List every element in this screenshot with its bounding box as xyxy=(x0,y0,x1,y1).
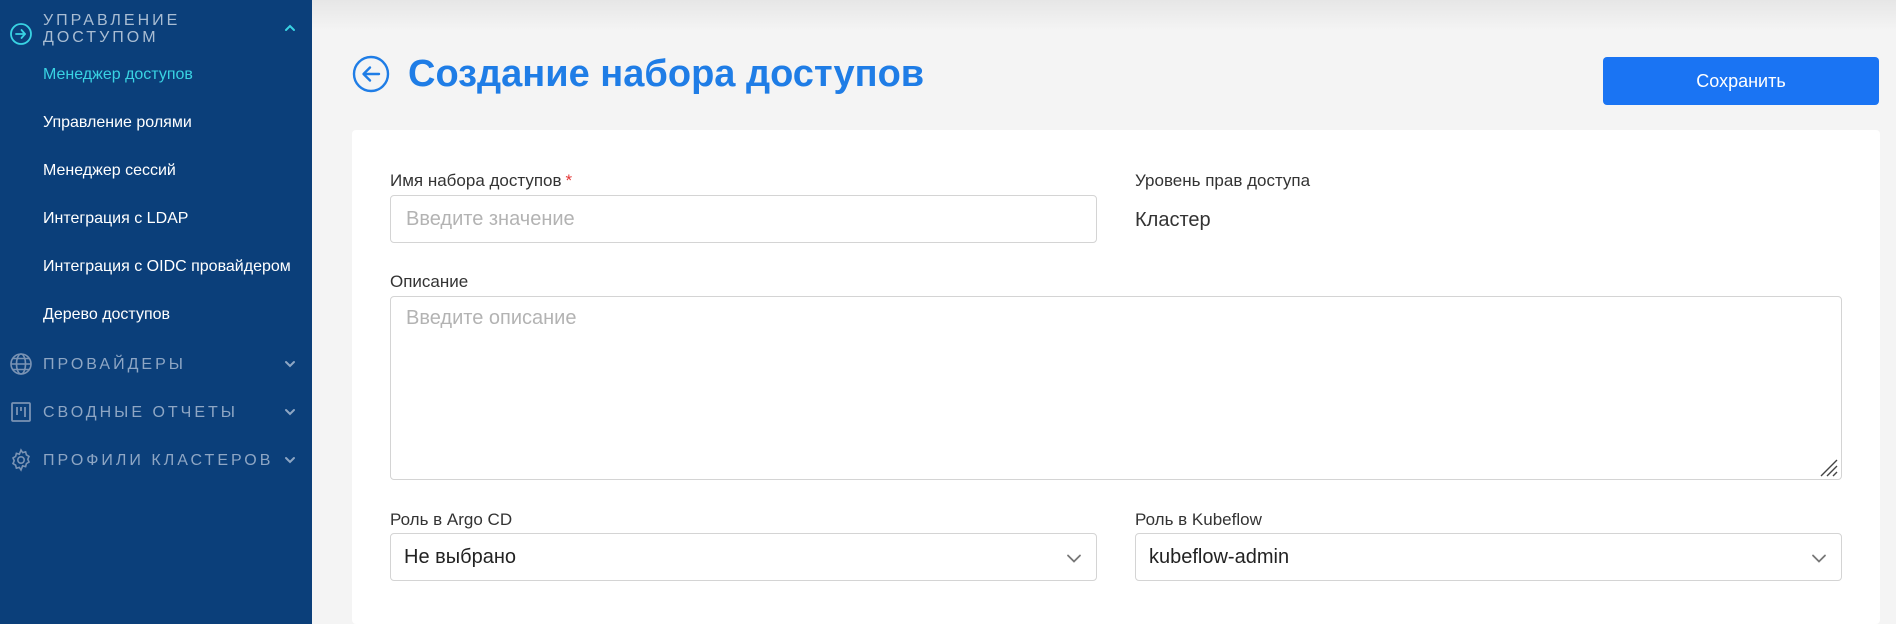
sidebar-section-providers-label: ПРОВАЙДЕРЫ xyxy=(43,356,186,373)
sidebar: УПРАВЛЕНИЕ ДОСТУПОМ Менеджер доступов Уп… xyxy=(0,0,312,624)
access-level-value: Кластер xyxy=(1135,209,1211,231)
chevron-up-icon xyxy=(282,20,298,36)
sidebar-section-access-label-line1: УПРАВЛЕНИЕ xyxy=(43,12,181,29)
sidebar-section-cluster-profiles[interactable]: ПРОФИЛИ КЛАСТЕРОВ xyxy=(0,444,312,476)
resize-handle-icon[interactable] xyxy=(1816,455,1838,477)
sidebar-item-oidc[interactable]: Интеграция с OIDC провайдером xyxy=(43,258,291,276)
argo-role-value: Не выбрано xyxy=(404,546,516,568)
access-set-name-input[interactable] xyxy=(390,195,1097,243)
sidebar-item-roles[interactable]: Управление ролями xyxy=(43,114,192,132)
sidebar-section-access-management[interactable]: УПРАВЛЕНИЕ ДОСТУПОМ xyxy=(0,8,312,48)
argo-role-select[interactable]: Не выбрано xyxy=(390,533,1097,581)
chevron-down-icon xyxy=(1067,554,1081,563)
chevron-down-icon xyxy=(282,404,298,420)
sidebar-section-access-label-line2: ДОСТУПОМ xyxy=(43,29,159,46)
sidebar-section-providers[interactable]: ПРОВАЙДЕРЫ xyxy=(0,348,312,380)
description-textarea[interactable] xyxy=(390,296,1842,480)
chevron-down-icon xyxy=(1812,554,1826,563)
page-title: Создание набора доступов xyxy=(408,53,925,95)
kubeflow-role-select[interactable]: kubeflow-admin xyxy=(1135,533,1842,581)
name-field-label: Имя набора доступов * xyxy=(390,171,573,190)
gear-icon xyxy=(9,448,33,472)
sidebar-section-reports[interactable]: СВОДНЫЕ ОТЧЕТЫ xyxy=(0,396,312,428)
required-marker: * xyxy=(565,171,573,190)
sidebar-section-cluster-profiles-label: ПРОФИЛИ КЛАСТЕРОВ xyxy=(43,452,274,469)
chevron-down-icon xyxy=(282,356,298,372)
sidebar-item-sessions[interactable]: Менеджер сессий xyxy=(43,162,176,180)
form-card: Имя набора доступов* Уровень прав доступ… xyxy=(352,130,1880,624)
chevron-down-icon xyxy=(282,452,298,468)
globe-icon xyxy=(9,352,33,376)
login-arrow-icon xyxy=(9,22,33,46)
sidebar-item-access-manager[interactable]: Менеджер доступов xyxy=(43,66,193,84)
kubeflow-role-label: Роль в Kubeflow xyxy=(1135,510,1262,529)
back-button[interactable] xyxy=(352,55,390,93)
kubeflow-role-value: kubeflow-admin xyxy=(1149,546,1290,568)
sidebar-section-reports-label: СВОДНЫЕ ОТЧЕТЫ xyxy=(43,404,238,421)
kanban-board-icon xyxy=(9,400,33,424)
sidebar-item-access-tree[interactable]: Дерево доступов xyxy=(43,306,170,324)
save-button[interactable]: Сохранить xyxy=(1603,57,1879,105)
sidebar-item-ldap[interactable]: Интеграция с LDAP xyxy=(43,210,188,228)
access-level-label: Уровень прав доступа xyxy=(1135,171,1311,190)
description-label: Описание xyxy=(390,272,469,291)
top-shadow xyxy=(312,0,1896,30)
argo-role-label: Роль в Argo CD xyxy=(390,510,513,529)
arrow-left-circle-icon xyxy=(352,55,390,93)
